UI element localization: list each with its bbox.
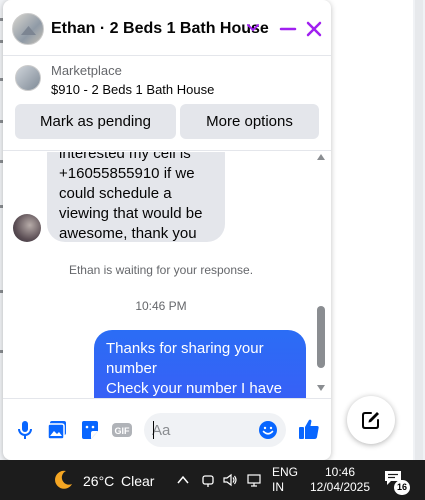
message-list: interested my cell is +16055855910 if we… — [3, 152, 331, 398]
onedrive-icon[interactable] — [200, 472, 216, 488]
minimize-icon[interactable] — [278, 19, 298, 39]
text-cursor — [153, 421, 154, 439]
network-icon[interactable] — [246, 472, 262, 488]
chat-header: Ethan · 2 Beds 1 Bath House — [3, 0, 331, 56]
chevron-down-icon[interactable] — [246, 21, 260, 35]
photo-icon[interactable] — [46, 419, 68, 441]
sender-avatar[interactable] — [13, 214, 41, 242]
chevron-up-icon[interactable] — [175, 472, 191, 488]
background-page-right — [413, 0, 425, 460]
message-input-field[interactable] — [144, 413, 286, 447]
marketplace-listing-card: Marketplace $910 - 2 Beds 1 Bath House M… — [3, 57, 331, 151]
microphone-icon[interactable] — [14, 419, 36, 441]
svg-text:GIF: GIF — [115, 426, 131, 436]
incoming-message: interested my cell is +16055855910 if we… — [47, 152, 225, 242]
region-code: IN — [272, 480, 284, 494]
notification-center-button[interactable]: 16 — [384, 470, 410, 495]
scroll-up-arrow-icon[interactable] — [317, 154, 325, 160]
like-icon[interactable] — [297, 417, 321, 441]
messenger-chat-window: Ethan · 2 Beds 1 Bath House Marketplace … — [3, 0, 331, 460]
compose-icon — [362, 412, 379, 429]
volume-icon[interactable] — [222, 472, 238, 488]
moon-icon[interactable] — [52, 469, 74, 491]
message-timestamp: 10:46 PM — [135, 299, 187, 313]
listing-thumbnail[interactable] — [15, 65, 41, 91]
sticker-icon[interactable] — [79, 419, 101, 441]
weather-temperature[interactable]: 26°C — [83, 473, 114, 489]
notification-count-badge: 16 — [394, 480, 410, 495]
more-options-button[interactable]: More options — [180, 104, 319, 139]
gif-icon[interactable]: GIF — [111, 419, 133, 441]
listing-avatar[interactable] — [12, 13, 44, 45]
language-code: ENG — [272, 465, 299, 479]
message-input[interactable] — [152, 419, 252, 441]
waiting-status: Ethan is waiting for your response. — [68, 263, 254, 277]
listing-title[interactable]: $910 - 2 Beds 1 Bath House — [51, 82, 214, 97]
message-composer: GIF — [3, 398, 331, 460]
emoji-icon[interactable] — [258, 420, 278, 440]
clock-date: 12/04/2025 — [309, 480, 371, 494]
marketplace-label: Marketplace — [51, 63, 122, 78]
scroll-down-arrow-icon[interactable] — [317, 385, 325, 391]
clock-time: 10:46 — [324, 465, 356, 479]
scrollbar-thumb[interactable] — [317, 306, 325, 368]
weather-condition[interactable]: Clear — [121, 473, 154, 489]
message-scrollbar[interactable] — [314, 152, 328, 398]
new-message-button[interactable] — [347, 396, 395, 444]
input-language[interactable]: ENG IN — [272, 465, 298, 495]
outgoing-message: Thanks for sharing your number Check you… — [94, 330, 306, 398]
mark-as-pending-button[interactable]: Mark as pending — [15, 104, 176, 139]
close-icon[interactable] — [304, 19, 324, 39]
chat-title[interactable]: Ethan · 2 Beds 1 Bath House — [51, 20, 269, 38]
system-clock[interactable]: 10:46 12/04/2025 — [308, 465, 372, 495]
windows-taskbar: 26°C Clear ENG IN 10:46 12/04/2025 16 — [0, 460, 425, 500]
